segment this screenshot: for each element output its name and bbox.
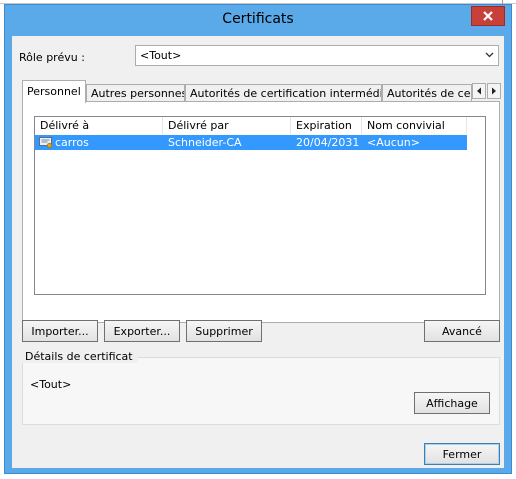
role-label: Rôle prévu : xyxy=(19,51,85,64)
column-header-issued-to[interactable]: Délivré à xyxy=(35,117,163,134)
close-window-button[interactable] xyxy=(471,6,505,26)
role-dropdown[interactable]: <Tout> xyxy=(135,45,499,66)
cell-issued-to: carros xyxy=(55,136,89,149)
details-group-title: Détails de certificat xyxy=(20,350,138,363)
tab-label: Autorités de certi xyxy=(387,87,471,100)
column-header-issued-by[interactable]: Délivré par xyxy=(163,117,291,134)
chevron-left-icon xyxy=(477,87,481,95)
import-button[interactable]: Importer... xyxy=(22,320,98,342)
certificate-list[interactable]: Délivré à Délivré par Expiration Nom con… xyxy=(34,116,486,295)
cell-issued-by: Schneider-CA xyxy=(168,136,242,149)
export-button[interactable]: Exporter... xyxy=(104,320,180,342)
delete-button[interactable]: Supprimer xyxy=(186,320,262,342)
details-value: <Tout> xyxy=(30,378,72,391)
advanced-button[interactable]: Avancé xyxy=(424,320,500,342)
window-title: Certificats xyxy=(222,11,294,27)
tab-autres-personnes[interactable]: Autres personnes xyxy=(86,84,185,102)
tab-bar: Personnel Autres personnes Autorités de … xyxy=(22,80,501,103)
list-header: Délivré à Délivré par Expiration Nom con… xyxy=(35,117,485,134)
column-header-friendly-name[interactable]: Nom convivial xyxy=(362,117,467,134)
tab-label: Personnel xyxy=(27,85,81,98)
tab-personnel[interactable]: Personnel xyxy=(22,80,86,103)
table-row[interactable]: carros Schneider-CA 20/04/2031 <Aucun> xyxy=(35,135,467,150)
certificate-icon xyxy=(39,137,53,149)
dialog-body: Rôle prévu : <Tout> Personnel Autres per… xyxy=(12,36,504,468)
cell-expiration: 20/04/2031 xyxy=(296,136,360,149)
tab-scroll-left-button[interactable] xyxy=(472,83,486,99)
tab-scroll-right-button[interactable] xyxy=(487,83,501,99)
tab-label: Autres personnes xyxy=(91,87,185,100)
tab-label: Autorités de certification intermédiaire… xyxy=(190,87,381,100)
cell-friendly-name: <Aucun> xyxy=(367,136,420,149)
close-icon xyxy=(483,11,493,21)
column-header-expiration[interactable]: Expiration xyxy=(291,117,362,134)
certificates-dialog: Certificats Rôle prévu : <Tout> Personne… xyxy=(4,4,512,474)
role-dropdown-value: <Tout> xyxy=(140,49,182,62)
view-button[interactable]: Affichage xyxy=(414,392,490,414)
tab-autorites-racines[interactable]: Autorités de certi xyxy=(382,84,472,102)
tab-panel: Délivré à Délivré par Expiration Nom con… xyxy=(22,101,500,323)
title-bar[interactable]: Certificats xyxy=(5,5,511,35)
close-button[interactable]: Fermer xyxy=(424,443,500,465)
certificate-details-group: <Tout> Affichage xyxy=(22,357,500,425)
chevron-down-icon xyxy=(485,52,494,58)
tab-autorites-intermediaires[interactable]: Autorités de certification intermédiaire… xyxy=(185,84,382,102)
chevron-right-icon xyxy=(492,87,496,95)
